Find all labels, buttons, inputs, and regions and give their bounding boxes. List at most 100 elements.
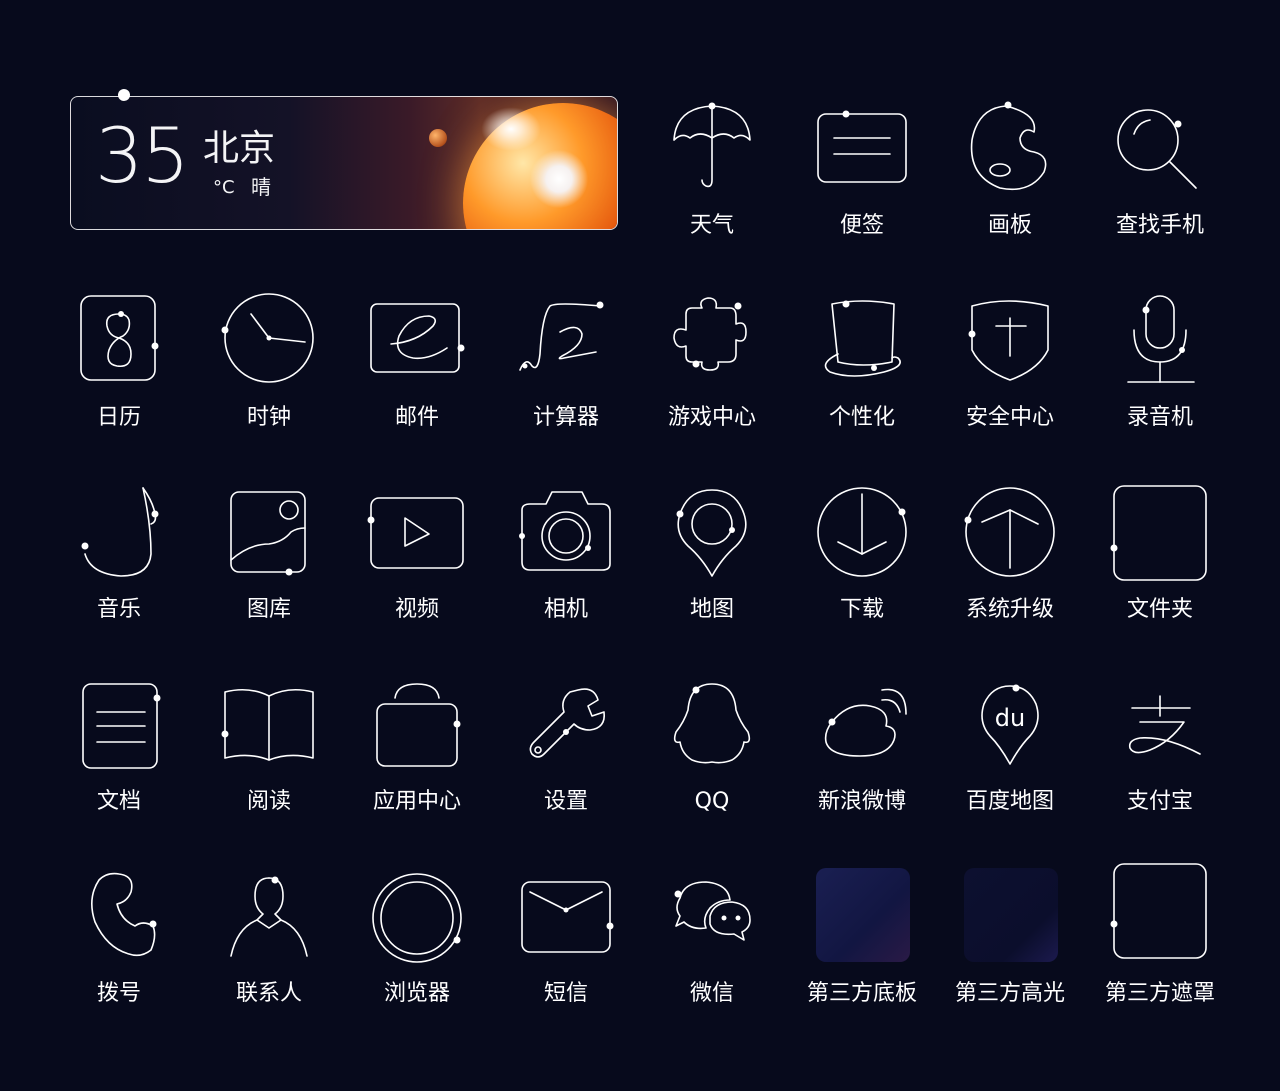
umbrella-icon [673, 102, 751, 188]
app-map[interactable]: 地图 [637, 484, 787, 634]
sun-flare [481, 107, 541, 151]
alipay-icon [1128, 695, 1201, 755]
app-label: 拨号 [96, 981, 141, 1006]
app-label: 新浪微博 [817, 789, 906, 814]
app-label: 文件夹 [1126, 597, 1193, 622]
app-reading[interactable]: 阅读 [194, 676, 344, 826]
app-label: 日历 [96, 405, 141, 430]
app-third-party-highlight[interactable]: 第三方高光 [935, 868, 1085, 1018]
app-label: 下载 [839, 597, 884, 622]
app-third-party-base[interactable]: 第三方底板 [787, 868, 937, 1018]
wechat-icon [674, 881, 751, 941]
app-label: 视频 [394, 597, 439, 622]
app-browser[interactable]: 浏览器 [342, 868, 492, 1018]
mail-e-icon [370, 303, 465, 373]
puzzle-icon [673, 297, 747, 371]
app-label: 录音机 [1126, 405, 1193, 430]
app-third-party-mask[interactable]: 第三方遮罩 [1085, 863, 1235, 1018]
weather-widget[interactable]: 35 北京 °C 晴 [70, 96, 618, 230]
app-mail[interactable]: 邮件 [342, 292, 492, 442]
folder-icon [1110, 485, 1207, 581]
app-label: 地图 [689, 597, 734, 622]
palette-icon [970, 101, 1047, 191]
map-pin-icon [676, 489, 747, 577]
app-sms[interactable]: 短信 [491, 868, 641, 1018]
app-find-phone[interactable]: 查找手机 [1085, 100, 1235, 250]
app-label: 第三方底板 [806, 981, 917, 1006]
envelope-icon [521, 881, 614, 953]
app-label: 百度地图 [965, 789, 1054, 814]
weather-city: 北京 [203, 128, 276, 169]
weather-condition: 晴 [251, 175, 271, 199]
app-personalize[interactable]: 个性化 [787, 292, 937, 442]
app-label: QQ [694, 789, 730, 814]
app-label: 支付宝 [1126, 789, 1193, 814]
app-documents[interactable]: 文档 [44, 676, 194, 826]
app-label: 第三方遮罩 [1104, 981, 1215, 1006]
app-notes[interactable]: 便签 [787, 100, 937, 250]
app-app-center[interactable]: 应用中心 [342, 676, 492, 826]
app-label: 查找手机 [1115, 213, 1204, 238]
app-label: 安全中心 [965, 405, 1054, 430]
app-download[interactable]: 下载 [787, 484, 937, 634]
app-security-center[interactable]: 安全中心 [935, 292, 1085, 442]
app-label: 微信 [689, 981, 734, 1006]
download-icon [817, 487, 907, 577]
penguin-icon [673, 683, 751, 764]
document-icon [82, 683, 161, 769]
app-label: 计算器 [532, 405, 599, 430]
magnifier-icon [1117, 109, 1197, 189]
note-icon [817, 110, 907, 183]
app-drawing-board[interactable]: 画板 [935, 100, 1085, 250]
home-screen: 35 北京 °C 晴 天气 便签 画板 查找手机 日历 时钟 邮件 计算器 游戏… [0, 0, 1280, 1091]
app-label: 便签 [839, 213, 884, 238]
weather-temperature: 35 [95, 111, 190, 200]
app-label: 联系人 [235, 981, 302, 1006]
app-label: 天气 [689, 213, 734, 238]
app-calendar[interactable]: 日历 [44, 292, 194, 442]
app-label: 个性化 [828, 405, 895, 430]
app-wechat[interactable]: 微信 [637, 868, 787, 1018]
app-weather[interactable]: 天气 [637, 100, 787, 250]
picture-icon [230, 491, 306, 576]
app-label: 第三方高光 [954, 981, 1065, 1006]
upgrade-icon [964, 487, 1055, 577]
app-label: 浏览器 [383, 981, 450, 1006]
app-gallery[interactable]: 图库 [194, 484, 344, 634]
shield-icon [968, 300, 1049, 381]
app-system-upgrade[interactable]: 系统升级 [935, 484, 1085, 634]
third-party-highlight-icon [964, 868, 1058, 962]
app-clock[interactable]: 时钟 [194, 292, 344, 442]
app-label: 相机 [543, 597, 588, 622]
bag-icon [376, 683, 461, 767]
app-label: 游戏中心 [667, 405, 756, 430]
app-label: 系统升级 [965, 597, 1054, 622]
app-music[interactable]: 音乐 [44, 484, 194, 634]
third-party-mask-icon [1110, 863, 1207, 959]
browser-ring-icon [372, 873, 462, 963]
app-calculator[interactable]: 计算器 [491, 292, 641, 442]
contact-icon [230, 876, 308, 957]
wrench-icon [529, 688, 606, 758]
app-video[interactable]: 视频 [342, 484, 492, 634]
widget-anchor-dot [118, 89, 130, 101]
app-dialer[interactable]: 拨号 [44, 868, 194, 1018]
app-contacts[interactable]: 联系人 [194, 868, 344, 1018]
app-label: 应用中心 [372, 789, 461, 814]
app-alipay[interactable]: 支付宝 [1085, 676, 1235, 826]
app-game-center[interactable]: 游戏中心 [637, 292, 787, 442]
app-settings[interactable]: 设置 [491, 676, 641, 826]
app-baidu-map[interactable]: du 百度地图 [935, 676, 1085, 826]
app-recorder[interactable]: 录音机 [1085, 292, 1235, 442]
app-weibo[interactable]: 新浪微博 [787, 676, 937, 826]
microphone-icon [1127, 295, 1195, 383]
calendar-icon [80, 295, 159, 381]
app-label: 阅读 [246, 789, 291, 814]
camera-icon [519, 491, 611, 571]
weather-unit: °C [213, 177, 235, 198]
app-qq[interactable]: QQ [637, 676, 787, 826]
app-folder[interactable]: 文件夹 [1085, 484, 1235, 634]
book-icon [221, 688, 314, 761]
app-camera[interactable]: 相机 [491, 484, 641, 634]
play-icon [367, 497, 464, 569]
